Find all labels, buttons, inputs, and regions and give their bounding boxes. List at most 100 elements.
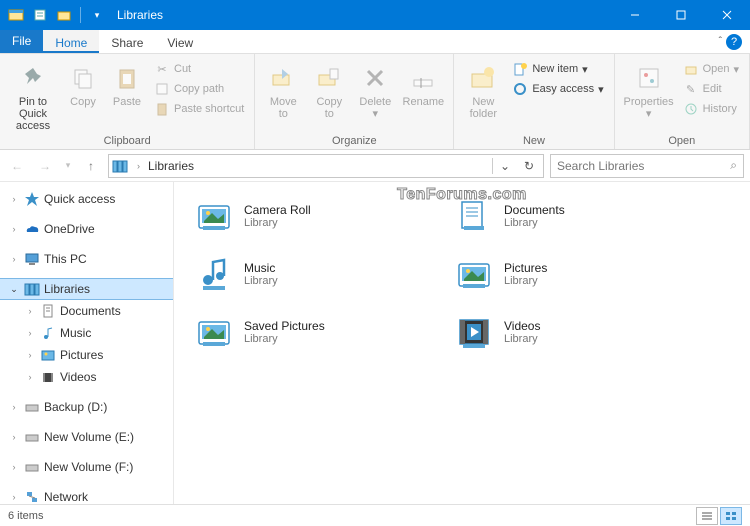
tree-newvol-e[interactable]: ›New Volume (E:) <box>0 426 173 448</box>
maximize-button[interactable] <box>658 0 704 30</box>
group-label-organize: Organize <box>261 133 447 147</box>
paste-shortcut-button[interactable]: Paste shortcut <box>150 100 248 118</box>
address-bar[interactable]: › Libraries ⌄ ↻ <box>108 154 544 178</box>
qat-properties-icon[interactable] <box>28 3 52 27</box>
help-icon[interactable]: ? <box>726 34 742 50</box>
title-bar: ▾ Libraries <box>0 0 750 30</box>
tree-lib-videos[interactable]: ›Videos <box>0 366 173 388</box>
refresh-button[interactable]: ↻ <box>517 159 541 173</box>
search-icon: ⌕ <box>730 158 737 173</box>
open-icon <box>683 61 699 77</box>
item-music[interactable]: MusicLibrary <box>194 254 454 294</box>
delete-button[interactable]: Delete▾ <box>353 58 397 120</box>
pin-icon <box>17 62 49 94</box>
saved-pictures-icon <box>194 312 234 352</box>
ribbon-group-open: Properties▾ Open ▾ ✎Edit History Open <box>615 54 750 149</box>
ribbon-group-new: New folder New item ▾ Easy access ▾ New <box>454 54 614 149</box>
edit-icon: ✎ <box>683 81 699 97</box>
properties-button[interactable]: Properties▾ <box>621 58 677 120</box>
copy-path-button[interactable]: Copy path <box>150 80 248 98</box>
copy-to-button[interactable]: Copy to <box>307 58 351 120</box>
document-icon <box>39 302 57 320</box>
status-bar: 6 items <box>0 504 750 526</box>
item-pictures[interactable]: PicturesLibrary <box>454 254 714 294</box>
move-to-icon <box>267 62 299 94</box>
address-segment[interactable]: Libraries <box>148 159 194 173</box>
copy-button[interactable]: Copy <box>62 58 104 108</box>
tree-quick-access[interactable]: ›Quick access <box>0 188 173 210</box>
view-large-icons-button[interactable] <box>720 507 742 525</box>
onedrive-icon <box>23 220 41 238</box>
drive-icon <box>23 398 41 416</box>
history-button[interactable]: History <box>679 100 743 118</box>
pin-to-quick-access-button[interactable]: Pin to Quick access <box>6 58 60 132</box>
minimize-button[interactable] <box>612 0 658 30</box>
cut-icon: ✂ <box>154 61 170 77</box>
drive-icon <box>23 428 41 446</box>
easy-access-button[interactable]: Easy access ▾ <box>508 80 607 98</box>
qat-customize-icon[interactable]: ▾ <box>85 3 109 27</box>
window-title: Libraries <box>109 8 163 22</box>
music-lib-icon <box>194 254 234 294</box>
rename-icon <box>407 62 439 94</box>
open-button[interactable]: Open ▾ <box>679 60 743 78</box>
drive-icon <box>23 458 41 476</box>
tree-lib-pictures[interactable]: ›Pictures <box>0 344 173 366</box>
cut-button[interactable]: ✂Cut <box>150 60 248 78</box>
tree-lib-documents[interactable]: ›Documents <box>0 300 173 322</box>
properties-icon <box>633 62 665 94</box>
tab-view[interactable]: View <box>155 30 205 53</box>
tab-file[interactable]: File <box>0 30 43 53</box>
collapse-ribbon-button[interactable]: ˆ <box>719 36 722 47</box>
picture-icon <box>39 346 57 364</box>
item-count: 6 items <box>8 510 43 522</box>
view-details-button[interactable] <box>696 507 718 525</box>
item-documents[interactable]: DocumentsLibrary <box>454 196 714 236</box>
item-videos[interactable]: VideosLibrary <box>454 312 714 352</box>
ribbon-tabs: File Home Share View ˆ ? <box>0 30 750 54</box>
files-pane[interactable]: TenForums.com Camera RollLibrary Documen… <box>174 182 750 504</box>
chevron-right-icon[interactable]: › <box>133 161 144 171</box>
copy-path-icon <box>154 81 170 97</box>
edit-button[interactable]: ✎Edit <box>679 80 743 98</box>
ribbon: Pin to Quick access Copy Paste ✂Cut Copy… <box>0 54 750 150</box>
new-folder-icon <box>467 62 499 94</box>
rename-button[interactable]: Rename <box>399 58 447 108</box>
close-button[interactable] <box>704 0 750 30</box>
video-icon <box>39 368 57 386</box>
tab-share[interactable]: Share <box>99 30 155 53</box>
paste-button[interactable]: Paste <box>106 58 148 108</box>
address-history-button[interactable]: ⌄ <box>497 159 513 173</box>
content-area: ›Quick access ›OneDrive ›This PC ⌄Librar… <box>0 182 750 504</box>
tree-newvol-f[interactable]: ›New Volume (F:) <box>0 456 173 478</box>
nav-back-button[interactable]: ← <box>6 155 28 177</box>
move-to-button[interactable]: Move to <box>261 58 305 120</box>
star-icon <box>23 190 41 208</box>
ribbon-group-clipboard: Pin to Quick access Copy Paste ✂Cut Copy… <box>0 54 255 149</box>
search-placeholder: Search Libraries <box>557 159 730 173</box>
nav-up-button[interactable]: ↑ <box>80 155 102 177</box>
qat-newfolder-icon[interactable] <box>52 3 76 27</box>
libraries-icon <box>111 157 129 175</box>
tree-lib-music[interactable]: ›Music <box>0 322 173 344</box>
nav-forward-button[interactable]: → <box>34 155 56 177</box>
tree-onedrive[interactable]: ›OneDrive <box>0 218 173 240</box>
tree-this-pc[interactable]: ›This PC <box>0 248 173 270</box>
videos-lib-icon <box>454 312 494 352</box>
item-saved-pictures[interactable]: Saved PicturesLibrary <box>194 312 454 352</box>
search-input[interactable]: Search Libraries ⌕ <box>550 154 744 178</box>
pictures-lib-icon <box>454 254 494 294</box>
new-folder-button[interactable]: New folder <box>460 58 506 120</box>
new-item-icon <box>512 61 528 77</box>
tree-network[interactable]: ›Network <box>0 486 173 504</box>
tree-libraries[interactable]: ⌄Libraries <box>0 278 173 300</box>
nav-recent-button[interactable]: ▾ <box>62 155 74 177</box>
new-item-button[interactable]: New item ▾ <box>508 60 607 78</box>
item-camera-roll[interactable]: Camera RollLibrary <box>194 196 454 236</box>
copy-icon <box>67 62 99 94</box>
tree-backup-d[interactable]: ›Backup (D:) <box>0 396 173 418</box>
group-label-new: New <box>460 133 607 147</box>
ribbon-group-organize: Move to Copy to Delete▾ Rename Organize <box>255 54 454 149</box>
tab-home[interactable]: Home <box>43 30 99 53</box>
group-label-open: Open <box>621 133 743 147</box>
